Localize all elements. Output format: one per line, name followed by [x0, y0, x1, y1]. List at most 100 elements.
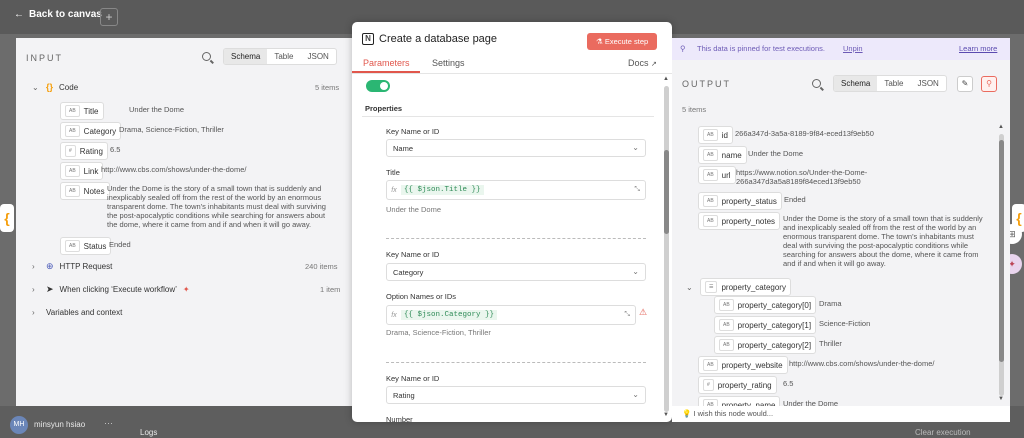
string-type-icon: AB — [703, 399, 718, 406]
tab-parameters[interactable]: Parameters — [363, 58, 410, 68]
field-key: property_website — [721, 360, 783, 370]
expression-preview: Under the Dome — [386, 205, 442, 214]
expression-text: {{ $json.Category }} — [401, 310, 498, 320]
key-select[interactable]: Rating ⌄ — [386, 386, 646, 404]
field-value: 266a347d-3a5a-8189-9f84-eced13f9eb50 — [735, 129, 874, 138]
field-value: https://www.notion.so/Under-the-Dome-266… — [736, 168, 868, 186]
clear-execution-link[interactable]: Clear execution — [915, 428, 971, 437]
expression-input[interactable]: fx {{ $json.Category }} ⤡ — [386, 305, 636, 325]
string-type-icon: AB — [703, 129, 718, 141]
string-type-icon: AB — [65, 185, 80, 197]
tab-json[interactable]: JSON — [910, 76, 945, 91]
dots-icon[interactable]: ··· — [104, 418, 113, 428]
http-node-count: 240 items — [305, 262, 338, 271]
field-notes: AB Notes — [60, 182, 110, 200]
tab-schema[interactable]: Schema — [834, 76, 878, 91]
list-icon: ☰ — [705, 281, 718, 293]
tab-settings[interactable]: Settings — [432, 58, 465, 68]
sparkle-icon: ✦ — [182, 285, 190, 294]
pin-toggle-icon[interactable]: ⚲ — [981, 76, 997, 92]
key-select[interactable]: Category ⌄ — [386, 263, 646, 281]
plus-icon: + — [105, 10, 113, 24]
variables-row[interactable]: › Variables and context — [32, 308, 122, 317]
key-name-label: Key Name or ID — [386, 127, 440, 136]
scrollbar-track[interactable] — [664, 86, 669, 412]
string-type-icon: AB — [703, 215, 718, 227]
expression-preview: Drama, Science-Fiction, Thriller — [386, 328, 491, 337]
value-label: Title — [386, 168, 400, 177]
string-type-icon: AB — [703, 195, 718, 207]
search-icon[interactable] — [812, 79, 821, 88]
expression-text: {{ $json.Title }} — [401, 185, 484, 195]
learn-more-link[interactable]: Learn more — [959, 44, 997, 53]
chevron-down-icon: ⌄ — [632, 143, 639, 152]
tab-table[interactable]: Table — [877, 76, 910, 91]
tab-table[interactable]: Table — [267, 49, 300, 64]
input-view-toggle: Schema Table JSON — [223, 48, 337, 65]
trigger-node-count: 1 item — [320, 285, 341, 294]
variables-label: Variables and context — [46, 308, 123, 317]
enabled-toggle[interactable] — [366, 80, 390, 92]
braces-icon[interactable]: { — [0, 204, 14, 232]
logs-label[interactable]: Logs — [140, 428, 157, 437]
property-category-row[interactable]: ⌄ ☰ property_category — [686, 278, 791, 296]
output-field-notes: AB property_notes — [698, 212, 781, 230]
key-select-value: Name — [393, 144, 414, 153]
unpin-link[interactable]: Unpin — [843, 44, 863, 53]
string-type-icon: AB — [719, 339, 734, 351]
output-count: 5 items — [682, 105, 707, 114]
field-key: Link — [83, 166, 99, 176]
back-to-canvas-button[interactable]: ← Back to canvas — [14, 9, 102, 20]
input-panel: INPUT Schema Table JSON ⌄ {} Code 5 item… — [16, 38, 352, 406]
field-key: Rating — [79, 146, 103, 156]
scroll-down-icon[interactable]: ▼ — [663, 412, 669, 418]
scrollbar-thumb[interactable] — [664, 150, 669, 234]
string-type-icon: AB — [65, 125, 80, 137]
arrow-left-icon: ← — [14, 9, 24, 20]
pinned-banner: ⚲ This data is pinned for test execution… — [672, 38, 1010, 60]
field-value: Under the Dome is the story of a small t… — [107, 184, 326, 229]
node-title[interactable]: Create a database page — [379, 33, 497, 45]
divider — [362, 116, 654, 117]
execute-step-button[interactable]: ⚗ Execute step — [587, 33, 658, 50]
chevron-down-icon: ⌄ — [32, 82, 39, 92]
scroll-up-icon[interactable]: ▲ — [663, 76, 669, 82]
tab-schema[interactable]: Schema — [224, 49, 268, 64]
search-icon[interactable] — [202, 52, 211, 61]
chevron-down-icon: ⌄ — [632, 267, 639, 276]
http-node-row[interactable]: › ⊕ HTTP Request — [32, 261, 112, 272]
expand-icon[interactable]: ⤡ — [624, 311, 630, 319]
field-key: Title — [83, 106, 99, 116]
edit-icon[interactable]: ✎ — [957, 76, 973, 92]
docs-link[interactable]: Docs ↗ — [628, 58, 657, 68]
field-title: AB Title — [60, 102, 104, 120]
avatar[interactable]: MH — [10, 416, 28, 434]
field-status: AB Status — [60, 237, 112, 255]
code-node-row[interactable]: ⌄ {} Code — [32, 82, 78, 92]
chevron-down-icon: ⌄ — [686, 282, 693, 292]
string-type-icon: AB — [719, 299, 734, 311]
feedback-bar[interactable]: 💡 I wish this node would... — [672, 406, 1010, 422]
field-key: id — [721, 130, 728, 140]
output-title: OUTPUT — [682, 79, 731, 89]
expression-input[interactable]: fx {{ $json.Title }} ⤡ — [386, 180, 646, 200]
input-title: INPUT — [26, 53, 63, 63]
cursor-icon: ➤ — [46, 284, 54, 294]
chevron-right-icon: › — [32, 262, 35, 271]
field-value: 6.5 — [783, 379, 794, 388]
key-select[interactable]: Name ⌄ — [386, 139, 646, 157]
code-node-label: Code — [59, 82, 79, 92]
scroll-down-icon[interactable]: ▼ — [998, 396, 1004, 402]
scroll-up-icon[interactable]: ▲ — [998, 124, 1004, 130]
expand-icon[interactable]: ⤡ — [634, 186, 640, 194]
field-category: AB Category — [60, 122, 122, 140]
output-scrollbar-thumb[interactable] — [999, 140, 1004, 362]
trigger-node-row[interactable]: › ➤ When clicking ‘Execute workflow’ ✦ — [32, 284, 190, 295]
field-value: Drama — [819, 299, 842, 308]
chevron-down-icon: ⌄ — [632, 390, 639, 399]
field-value: Thriller — [819, 339, 842, 348]
category-item: AB property_category[2] — [714, 336, 817, 354]
tab-json[interactable]: JSON — [300, 49, 335, 64]
add-node-button[interactable]: + — [100, 8, 118, 26]
fx-icon: fx — [391, 311, 397, 319]
